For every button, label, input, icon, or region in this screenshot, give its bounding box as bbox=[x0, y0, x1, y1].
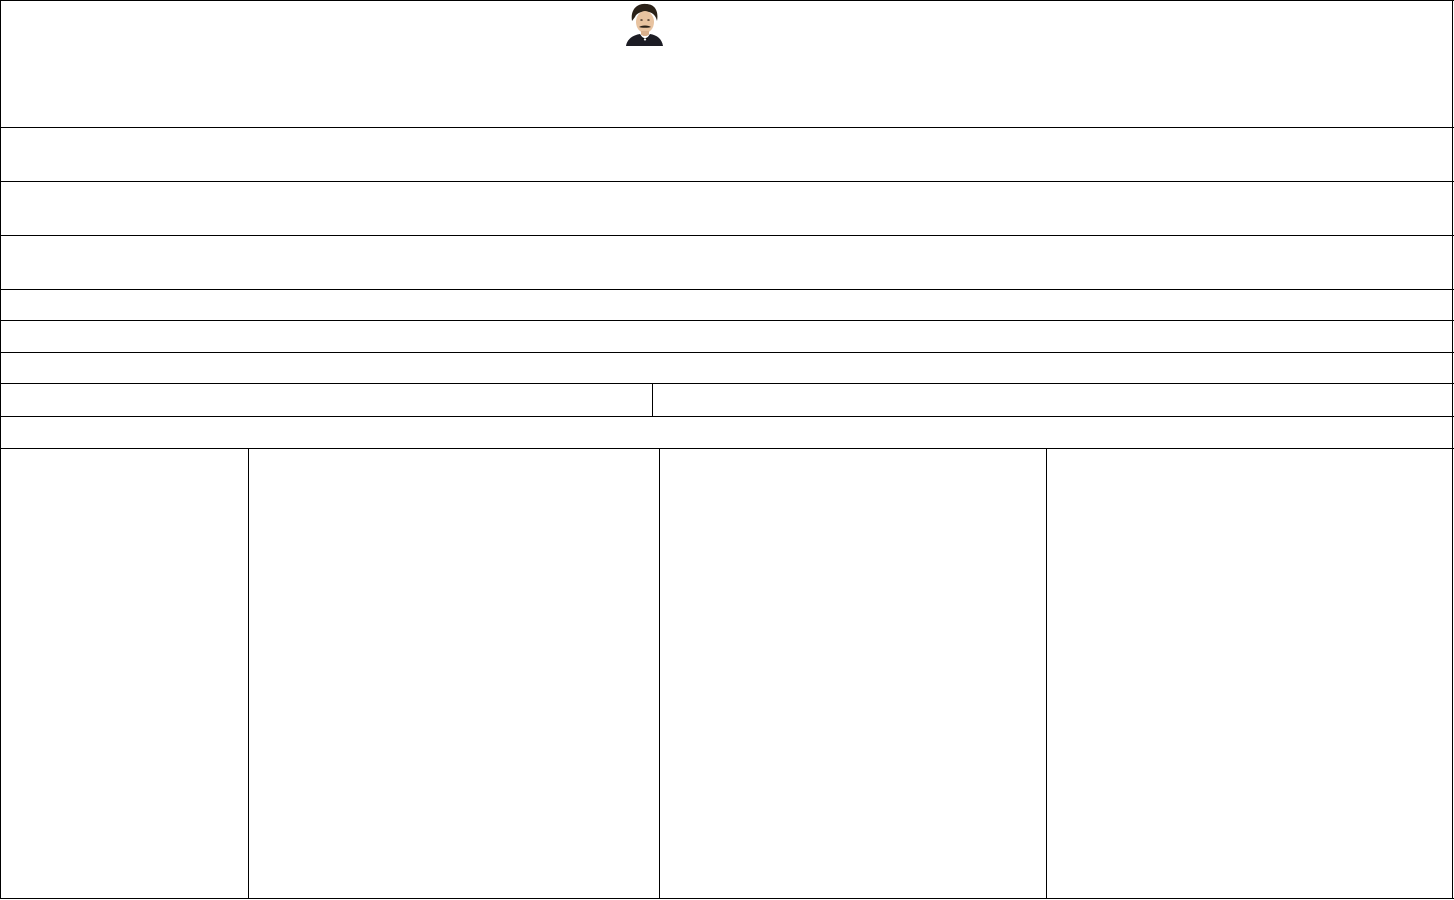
row-4 bbox=[1, 290, 1452, 320]
border-bottom bbox=[0, 898, 1454, 899]
row-1 bbox=[1, 128, 1452, 181]
row-6 bbox=[1, 353, 1452, 383]
header-cell bbox=[1, 1, 1452, 127]
border-right bbox=[1452, 0, 1453, 899]
row-3 bbox=[1, 236, 1452, 289]
column-2 bbox=[249, 449, 659, 898]
wide-row bbox=[1, 417, 1452, 448]
form-table bbox=[0, 0, 1454, 900]
row-2 bbox=[1, 182, 1452, 235]
split-row-left bbox=[1, 384, 652, 416]
split-row-right bbox=[653, 384, 1452, 416]
column-3 bbox=[660, 449, 1046, 898]
portrait-image bbox=[626, 3, 663, 46]
column-4 bbox=[1047, 449, 1452, 898]
column-1 bbox=[1, 449, 248, 898]
row-5 bbox=[1, 321, 1452, 352]
